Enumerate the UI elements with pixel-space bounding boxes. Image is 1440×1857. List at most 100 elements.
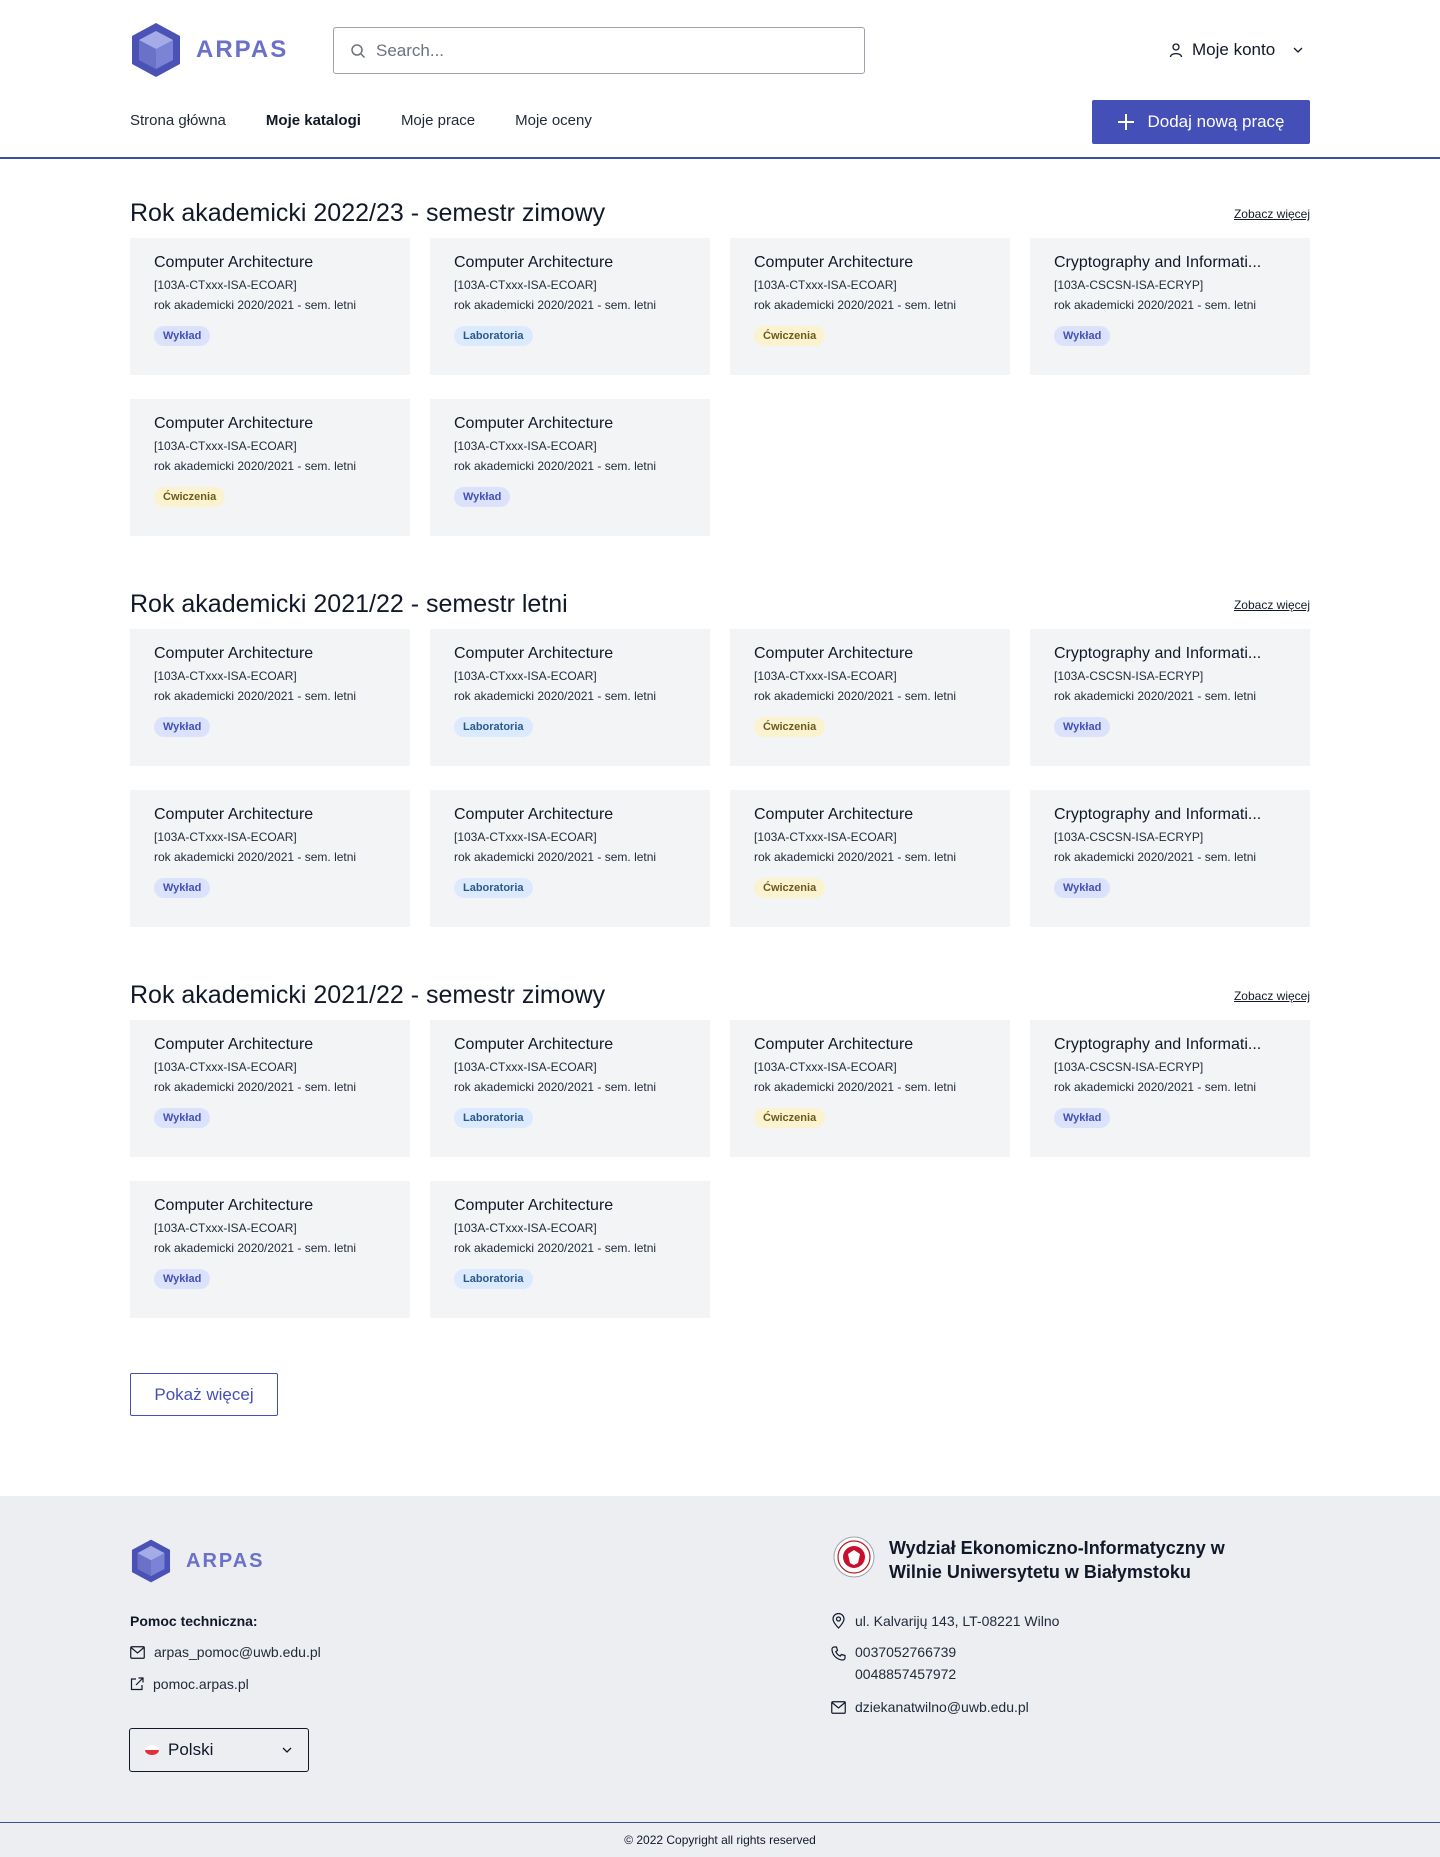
course-card[interactable]: Computer Architecture [103A-CTxxx-ISA-ECO… — [130, 238, 410, 375]
catalog-section: Rok akademicki 2021/22 - semestr zimowy … — [130, 981, 1310, 1318]
university-seal-icon — [833, 1536, 875, 1578]
phone-2[interactable]: 0048857457972 — [855, 1666, 956, 1682]
class-type-badge: Ćwiczenia — [754, 717, 826, 737]
course-year: rok akademicki 2020/2021 - sem. letni — [1054, 1080, 1257, 1094]
see-more-link[interactable]: Zobacz więcej — [1234, 207, 1310, 221]
course-card[interactable]: Computer Architecture [103A-CTxxx-ISA-ECO… — [430, 238, 710, 375]
phone-icon — [831, 1646, 846, 1661]
chevron-down-icon — [1293, 47, 1303, 53]
language-select[interactable]: Polski — [129, 1728, 309, 1772]
course-code: [103A-CTxxx-ISA-ECOAR] — [154, 1060, 297, 1074]
see-more-link[interactable]: Zobacz więcej — [1234, 598, 1310, 612]
class-type-badge: Wykład — [1054, 878, 1111, 898]
course-title: Computer Architecture — [154, 1197, 314, 1214]
course-code: [103A-CTxxx-ISA-ECOAR] — [754, 1060, 897, 1074]
course-card[interactable]: Computer Architecture [103A-CTxxx-ISA-ECO… — [130, 629, 410, 766]
app-logo[interactable]: ARPAS — [130, 21, 288, 79]
nav-my-catalogs[interactable]: Moje katalogi — [266, 112, 361, 129]
add-new-work-button[interactable]: Dodaj nową pracę — [1092, 100, 1310, 144]
course-card[interactable]: Computer Architecture [103A-CTxxx-ISA-ECO… — [130, 790, 410, 927]
course-year: rok akademicki 2020/2021 - sem. letni — [454, 459, 657, 473]
course-title: Cryptography and Informati... — [1054, 1036, 1262, 1053]
card-grid: Computer Architecture [103A-CTxxx-ISA-ECO… — [130, 238, 1310, 536]
class-type-badge: Wykład — [154, 1108, 211, 1128]
course-card[interactable]: Computer Architecture [103A-CTxxx-ISA-ECO… — [730, 1020, 1010, 1157]
course-year: rok akademicki 2020/2021 - sem. letni — [754, 1080, 957, 1094]
help-site-row[interactable]: pomoc.arpas.pl — [130, 1676, 249, 1692]
course-title: Computer Architecture — [454, 1036, 614, 1053]
nav-my-works[interactable]: Moje prace — [401, 112, 475, 129]
course-code: [103A-CTxxx-ISA-ECOAR] — [454, 830, 597, 844]
course-card[interactable]: Computer Architecture [103A-CTxxx-ISA-ECO… — [430, 1181, 710, 1318]
mail-icon — [831, 1700, 846, 1714]
course-card[interactable]: Computer Architecture [103A-CTxxx-ISA-ECO… — [130, 399, 410, 536]
nav-home[interactable]: Strona główna — [130, 112, 226, 129]
class-type-badge: Wykład — [454, 487, 511, 507]
course-year: rok akademicki 2020/2021 - sem. letni — [454, 850, 657, 864]
course-year: rok akademicki 2020/2021 - sem. letni — [1054, 850, 1257, 864]
course-title: Computer Architecture — [154, 645, 314, 662]
course-code: [103A-CTxxx-ISA-ECOAR] — [454, 439, 597, 453]
course-code: [103A-CTxxx-ISA-ECOAR] — [154, 1221, 297, 1235]
course-card[interactable]: Computer Architecture [103A-CTxxx-ISA-ECO… — [430, 399, 710, 536]
course-title: Computer Architecture — [154, 415, 314, 432]
course-title: Computer Architecture — [754, 645, 914, 662]
class-type-badge: Wykład — [154, 326, 211, 346]
class-type-badge: Ćwiczenia — [754, 1108, 826, 1128]
help-email: arpas_pomoc@uwb.edu.pl — [154, 1644, 321, 1660]
course-title: Computer Architecture — [754, 1036, 914, 1053]
search-box[interactable] — [333, 27, 865, 74]
course-card[interactable]: Cryptography and Informati... [103A-CSCSN… — [1030, 629, 1310, 766]
course-card[interactable]: Computer Architecture [103A-CTxxx-ISA-ECO… — [130, 1020, 410, 1157]
course-card[interactable]: Computer Architecture [103A-CTxxx-ISA-ECO… — [430, 629, 710, 766]
logo-cube-icon — [131, 1539, 171, 1583]
dean-email-row[interactable]: dziekanatwilno@uwb.edu.pl — [831, 1699, 1029, 1715]
mail-icon — [130, 1645, 145, 1659]
catalog-section: Rok akademicki 2022/23 - semestr zimowy … — [130, 199, 1310, 536]
account-menu[interactable]: Moje konto — [1168, 40, 1305, 60]
flag-pl-icon — [145, 1745, 159, 1755]
search-input[interactable] — [376, 40, 846, 61]
show-more-button[interactable]: Pokaż więcej — [130, 1373, 278, 1416]
course-card[interactable]: Computer Architecture [103A-CTxxx-ISA-ECO… — [730, 238, 1010, 375]
course-code: [103A-CTxxx-ISA-ECOAR] — [154, 669, 297, 683]
course-year: rok akademicki 2020/2021 - sem. letni — [1054, 689, 1257, 703]
course-code: [103A-CSCSN-ISA-ECRYP] — [1054, 278, 1204, 292]
course-card[interactable]: Computer Architecture [103A-CTxxx-ISA-ECO… — [430, 790, 710, 927]
university-block: Wydział Ekonomiczno-Informatyczny w Wiln… — [833, 1536, 1269, 1584]
course-card[interactable]: Cryptography and Informati... [103A-CSCSN… — [1030, 238, 1310, 375]
see-more-link[interactable]: Zobacz więcej — [1234, 989, 1310, 1003]
dean-email: dziekanatwilno@uwb.edu.pl — [855, 1699, 1029, 1715]
help-email-row[interactable]: arpas_pomoc@uwb.edu.pl — [130, 1644, 321, 1660]
footer-divider — [0, 1822, 1440, 1823]
course-card[interactable]: Computer Architecture [103A-CTxxx-ISA-ECO… — [130, 1181, 410, 1318]
user-icon — [1169, 43, 1183, 58]
add-new-work-label: Dodaj nową pracę — [1147, 112, 1285, 131]
course-year: rok akademicki 2020/2021 - sem. letni — [154, 298, 357, 312]
class-type-badge: Wykład — [154, 717, 211, 737]
course-title: Computer Architecture — [454, 645, 614, 662]
course-card[interactable]: Cryptography and Informati... [103A-CSCSN… — [1030, 790, 1310, 927]
language-value: Polski — [168, 1740, 214, 1759]
course-card[interactable]: Computer Architecture [103A-CTxxx-ISA-ECO… — [730, 790, 1010, 927]
help-heading: Pomoc techniczna: — [130, 1613, 258, 1629]
course-card[interactable]: Cryptography and Informati... [103A-CSCSN… — [1030, 1020, 1310, 1157]
course-title: Computer Architecture — [454, 806, 614, 823]
nav-my-grades[interactable]: Moje oceny — [515, 112, 592, 129]
class-type-badge: Wykład — [154, 1269, 211, 1289]
search-icon — [351, 43, 366, 58]
course-card[interactable]: Computer Architecture [103A-CTxxx-ISA-ECO… — [430, 1020, 710, 1157]
course-card[interactable]: Computer Architecture [103A-CTxxx-ISA-ECO… — [730, 629, 1010, 766]
section-title: Rok akademicki 2021/22 - semestr letni — [130, 590, 568, 618]
course-code: [103A-CTxxx-ISA-ECOAR] — [154, 278, 297, 292]
phone-1[interactable]: 0037052766739 — [855, 1644, 956, 1660]
course-title: Computer Architecture — [454, 254, 614, 271]
chevron-down-icon — [282, 1747, 292, 1753]
section-title: Rok akademicki 2021/22 - semestr zimowy — [130, 981, 606, 1009]
footer-logo[interactable]: ARPAS — [130, 1538, 265, 1584]
account-label: Moje konto — [1192, 40, 1276, 59]
course-year: rok akademicki 2020/2021 - sem. letni — [754, 298, 957, 312]
course-code: [103A-CTxxx-ISA-ECOAR] — [454, 278, 597, 292]
class-type-badge: Laboratoria — [454, 878, 533, 898]
card-grid: Computer Architecture [103A-CTxxx-ISA-ECO… — [130, 629, 1310, 927]
